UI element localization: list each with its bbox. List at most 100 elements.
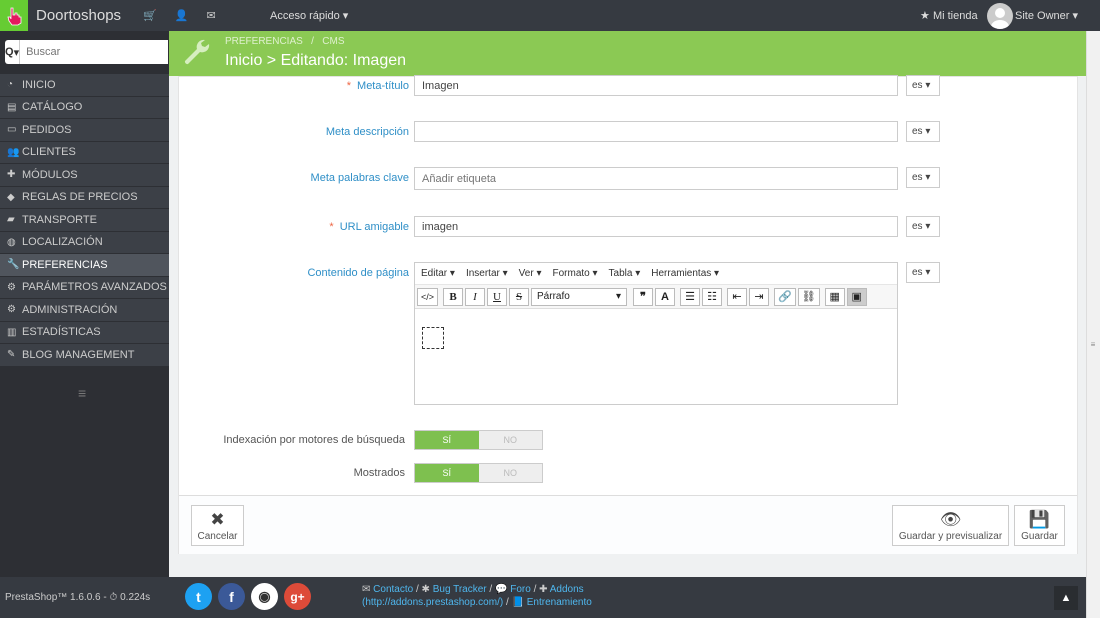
twitter-icon[interactable]: t — [185, 583, 212, 610]
breadcrumb-cms[interactable]: CMS — [322, 36, 344, 47]
sidebar-item-pedidos[interactable]: ▭ PEDIDOS — [0, 119, 169, 142]
meta-keywords-input[interactable] — [414, 167, 898, 190]
sidebar-item-estadísticas[interactable]: ▥ ESTADÍSTICAS — [0, 321, 169, 344]
quick-access-dropdown[interactable]: Acceso rápido ▾ — [270, 9, 348, 22]
blockquote-button[interactable]: ❞ — [633, 287, 654, 306]
scroll-top-button[interactable]: ▲ — [1054, 586, 1078, 610]
caret-down-icon: ▾ — [589, 268, 598, 279]
strikethrough-button[interactable]: S — [509, 287, 530, 306]
meta-title-input[interactable] — [414, 75, 898, 96]
tachometer-icon: ◔ — [7, 79, 14, 91]
sidebar-item-inicio[interactable]: ◔ INICIO — [0, 74, 169, 97]
search-indexing-toggle[interactable]: SÍ NO — [414, 430, 543, 450]
bug-tracker-link[interactable]: Bug Tracker — [433, 584, 487, 595]
unlink-button[interactable]: ⛓ — [797, 287, 820, 306]
menu-collapse-icon[interactable]: ≡ — [78, 385, 86, 401]
lang-code: es — [912, 80, 923, 91]
breadcrumb-preferencias[interactable]: PREFERENCIAS — [225, 36, 303, 47]
editor-menu-editar[interactable]: Editar ▾ — [421, 268, 455, 279]
sidebar-item-administración[interactable]: ⚙ ADMINISTRACIÓN — [0, 299, 169, 322]
caret-down-icon: ▾ — [922, 267, 931, 278]
training-link[interactable]: Entrenamiento — [527, 597, 592, 608]
sidebar-item-label: INICIO — [22, 78, 56, 91]
toggle-no[interactable]: NO — [478, 464, 542, 482]
my-shop-link[interactable]: ★ Mi tienda — [920, 9, 978, 22]
editor-menu-tabla[interactable]: Tabla ▾ — [609, 268, 641, 279]
scrollbar-thumb[interactable]: ≡ — [1088, 340, 1098, 362]
search-input[interactable] — [20, 40, 169, 64]
google-plus-icon[interactable]: g+ — [284, 583, 311, 610]
friendly-url-input[interactable] — [414, 216, 898, 237]
clock-icon: ⏱ — [109, 592, 118, 603]
sidebar-item-preferencias[interactable]: 🔧 PREFERENCIAS — [0, 254, 169, 277]
wrench-icon — [184, 39, 210, 65]
link-separator: / — [505, 597, 509, 608]
forum-link[interactable]: Foro — [510, 584, 531, 595]
selected-image-placeholder[interactable] — [422, 327, 444, 349]
lang-select-meta-description[interactable]: es ▾ — [906, 121, 940, 142]
indent-button[interactable]: ⇥ — [749, 287, 770, 306]
numbered-list-button[interactable]: ☷ — [702, 287, 723, 306]
facebook-icon[interactable]: f — [218, 583, 245, 610]
editor-menu-formato[interactable]: Formato ▾ — [552, 268, 597, 279]
sidebar-item-label: LOCALIZACIÓN — [22, 236, 103, 249]
rich-text-editor: Editar ▾ Insertar ▾ Ver ▾ Formato ▾ Tabla ▾ H… — [414, 262, 898, 405]
shop-name[interactable]: Doortoshops — [36, 7, 121, 24]
sidebar-item-blog-management[interactable]: ✎ BLOG MANAGEMENT — [0, 344, 169, 367]
cancel-button[interactable]: ✖ Cancelar — [191, 505, 244, 546]
insert-video-button[interactable]: ▦ — [824, 287, 845, 306]
github-icon[interactable]: ◉ — [251, 583, 278, 610]
page-scrollbar[interactable] — [1086, 31, 1100, 618]
contact-link[interactable]: Contacto — [373, 584, 413, 595]
source-code-button[interactable]: </> — [417, 287, 439, 306]
sidebar-item-transporte[interactable]: ▰ TRANSPORTE — [0, 209, 169, 232]
lang-select-content[interactable]: es ▾ — [906, 262, 940, 283]
required-marker: * — [346, 80, 352, 92]
lang-select-friendly-url[interactable]: es ▾ — [906, 216, 940, 237]
italic-button[interactable]: I — [465, 287, 486, 306]
lang-select-meta-keywords[interactable]: es ▾ — [906, 167, 940, 188]
underline-button[interactable]: U — [487, 287, 508, 306]
prestashop-logo[interactable] — [0, 0, 28, 31]
addons-link[interactable]: Addons — [550, 584, 584, 595]
search-type-button[interactable]: Q ▾ — [5, 40, 21, 64]
sidebar-item-label: CATÁLOGO — [22, 101, 83, 114]
link-separator: / — [533, 584, 537, 595]
envelope-icon[interactable]: ✉ — [206, 9, 215, 22]
user-icon[interactable]: 👤 — [175, 9, 189, 22]
sidebar-item-reglas-de-precios[interactable]: ◆ REGLAS DE PRECIOS — [0, 186, 169, 209]
editor-menu-ver[interactable]: Ver ▾ — [519, 268, 542, 279]
users-icon: 👥 — [7, 146, 20, 158]
toggle-yes[interactable]: SÍ — [415, 464, 479, 482]
lang-select-meta-title[interactable]: es ▾ — [906, 75, 940, 96]
save-button[interactable]: 💾 Guardar — [1014, 505, 1065, 546]
insert-image-button[interactable]: ▣ — [846, 287, 867, 306]
sidebar-item-parámetros-avanzados[interactable]: ⚙ PARÁMETROS AVANZADOS — [0, 276, 169, 299]
editor-menu-herramientas[interactable]: Herramientas ▾ — [651, 268, 719, 279]
link-separator: / — [415, 584, 419, 595]
addons-url-link[interactable]: (http://addons.prestashop.com/) — [362, 597, 503, 608]
meta-description-input[interactable] — [414, 121, 898, 142]
toggle-yes[interactable]: SÍ — [415, 431, 479, 449]
sidebar-item-catálogo[interactable]: ▤ CATÁLOGO — [0, 96, 169, 119]
user-menu[interactable]: Site Owner ▾ — [1015, 9, 1078, 22]
bold-button[interactable]: B — [443, 287, 464, 306]
outdent-button[interactable]: ⇤ — [727, 287, 748, 306]
envelope-icon: ✉ — [362, 584, 371, 595]
friendly-url-label-text: URL amigable — [339, 221, 409, 233]
caret-down-icon: ▾ — [447, 268, 455, 279]
shown-toggle[interactable]: SÍ NO — [414, 463, 543, 483]
sidebar-item-módulos[interactable]: ✚ MÓDULOS — [0, 164, 169, 187]
sidebar-item-localización[interactable]: ◍ LOCALIZACIÓN — [0, 231, 169, 254]
text-color-button[interactable]: A — [655, 287, 676, 306]
sidebar-item-clientes[interactable]: 👥 CLIENTES — [0, 141, 169, 164]
link-button[interactable]: 🔗 — [774, 287, 796, 306]
toggle-no[interactable]: NO — [478, 431, 542, 449]
avatar[interactable] — [987, 3, 1013, 29]
bullet-list-button[interactable]: ☰ — [680, 287, 701, 306]
caret-down-icon: ▾ — [533, 268, 542, 279]
save-and-preview-button[interactable]: 👁 Guardar y previsualizar — [892, 505, 1009, 546]
cart-icon[interactable]: 🛒 — [143, 9, 157, 22]
editor-menu-insertar[interactable]: Insertar ▾ — [466, 268, 508, 279]
format-select[interactable]: Párrafo ▾ — [531, 287, 628, 306]
